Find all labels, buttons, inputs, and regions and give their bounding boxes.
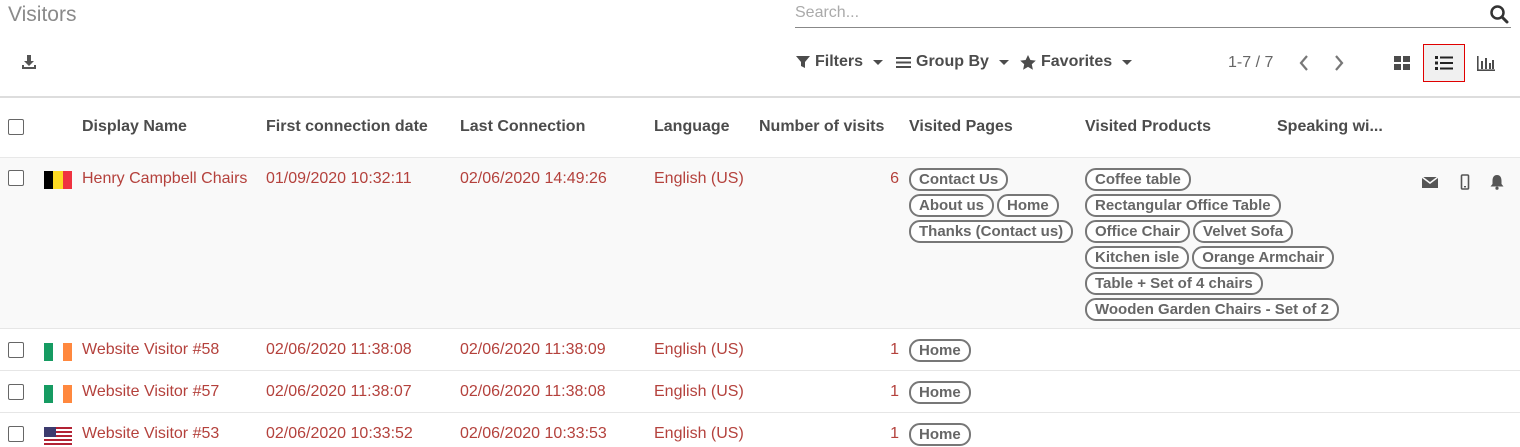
country-flag-ireland [44,385,72,403]
chevron-right-icon[interactable] [1332,54,1346,72]
visitor-name[interactable]: Website Visitor #57 [82,383,219,401]
table-row[interactable]: Website Visitor #58 02/06/2020 11:38:08 … [0,329,1520,371]
pager-value[interactable]: 1-7 / 7 [1228,54,1273,72]
language: English (US) [654,383,744,400]
chevron-down-icon [998,59,1009,65]
last-connection: 02/06/2020 11:38:09 [460,341,606,358]
column-visits[interactable]: Number of visits [759,118,884,136]
visitor-name[interactable]: Henry Campbell Chairs [82,170,247,188]
language: English (US) [654,425,744,442]
column-last-connection[interactable]: Last Connection [460,118,585,136]
product-tag: Kitchen isle [1085,246,1190,269]
visitor-name[interactable]: Website Visitor #58 [82,341,219,359]
language: English (US) [654,170,744,187]
group-by-label: Group By [916,53,989,70]
table-row[interactable]: Website Visitor #57 02/06/2020 11:38:07 … [0,371,1520,413]
page-tag: Home [909,339,971,362]
product-tag: Coffee table [1085,168,1191,191]
kanban-view-button[interactable] [1381,44,1423,82]
visited-pages-tags: Home [909,423,971,446]
chevron-down-icon [873,59,884,65]
last-connection: 02/06/2020 14:49:26 [460,170,607,187]
visited-pages-tags: Home [909,381,971,404]
last-connection: 02/06/2020 10:33:53 [460,425,607,442]
bar-chart-icon [1477,55,1495,71]
list-lines-icon [896,56,911,68]
page-tag: Thanks (Contact us) [909,220,1074,243]
row-checkbox[interactable] [8,426,24,442]
product-tag: Orange Armchair [1192,246,1335,269]
select-all-checkbox[interactable] [8,119,24,135]
column-speaking-with[interactable]: Speaking wi... [1277,118,1383,136]
country-flag-ireland [44,343,72,361]
page-tag: Home [909,381,971,404]
mobile-icon[interactable] [1457,174,1473,190]
country-flag-usa [44,427,72,445]
product-tag: Office Chair [1085,220,1191,243]
language: English (US) [654,341,744,358]
row-checkbox[interactable] [8,384,24,400]
product-tag: Wooden Garden Chairs - Set of 2 [1085,298,1339,321]
list-view-icon [1435,56,1453,70]
bell-icon[interactable] [1489,174,1505,190]
visitor-name[interactable]: Website Visitor #53 [82,425,219,443]
column-visited-products[interactable]: Visited Products [1085,118,1211,136]
filter-icon [796,56,810,68]
page-tag: Home [997,194,1059,217]
product-tag: Rectangular Office Table [1085,194,1281,217]
visited-pages-tags: Contact Us About us Home Thanks (Contact … [909,168,1079,243]
product-tag: Velvet Sofa [1193,220,1294,243]
favorites-dropdown[interactable]: Favorites [1020,53,1133,71]
product-tag: Table + Set of 4 chairs [1085,272,1263,295]
page-title: Visitors [8,3,77,26]
page-tag: Contact Us [909,168,1009,191]
last-connection: 02/06/2020 11:38:08 [460,383,606,400]
table-row[interactable]: Website Visitor #53 02/06/2020 10:33:52 … [0,413,1520,447]
page-tag: About us [909,194,994,217]
first-connection: 01/09/2020 10:32:11 [266,170,412,187]
column-visited-pages[interactable]: Visited Pages [909,118,1013,136]
kanban-icon [1394,56,1410,70]
chevron-down-icon [1122,59,1133,65]
search-icon[interactable] [1489,4,1509,24]
column-language[interactable]: Language [654,118,730,136]
filters-label: Filters [815,53,864,70]
visit-count: 6 [890,170,899,187]
page-tag: Home [909,423,971,446]
table-header: Display Name First connection date Last … [0,98,1520,158]
visit-count: 1 [890,341,899,358]
first-connection: 02/06/2020 11:38:07 [266,383,412,400]
filters-dropdown[interactable]: Filters [796,53,884,71]
group-by-dropdown[interactable]: Group By [896,53,1009,71]
search-input[interactable] [795,0,1475,26]
column-first-connection[interactable]: First connection date [266,118,428,136]
download-icon[interactable] [20,53,38,71]
favorites-label: Favorites [1041,53,1113,70]
list-view-button[interactable] [1423,44,1465,82]
row-checkbox[interactable] [8,170,24,186]
country-flag-belgium [44,171,72,189]
column-display-name[interactable]: Display Name [82,118,187,136]
graph-view-button[interactable] [1465,44,1507,82]
visit-count: 1 [890,425,899,442]
visitors-table: Display Name First connection date Last … [0,98,1520,447]
row-checkbox[interactable] [8,342,24,358]
visited-products-tags: Coffee table Rectangular Office Table Of… [1085,168,1365,321]
table-row[interactable]: Henry Campbell Chairs 01/09/2020 10:32:1… [0,158,1520,329]
visited-pages-tags: Home [909,339,971,362]
search-bar [795,0,1511,28]
star-icon [1020,54,1036,70]
chevron-left-icon[interactable] [1297,54,1311,72]
visit-count: 1 [890,383,899,400]
first-connection: 02/06/2020 10:33:52 [266,425,413,442]
first-connection: 02/06/2020 11:38:08 [266,341,412,358]
envelope-icon[interactable] [1422,174,1438,190]
